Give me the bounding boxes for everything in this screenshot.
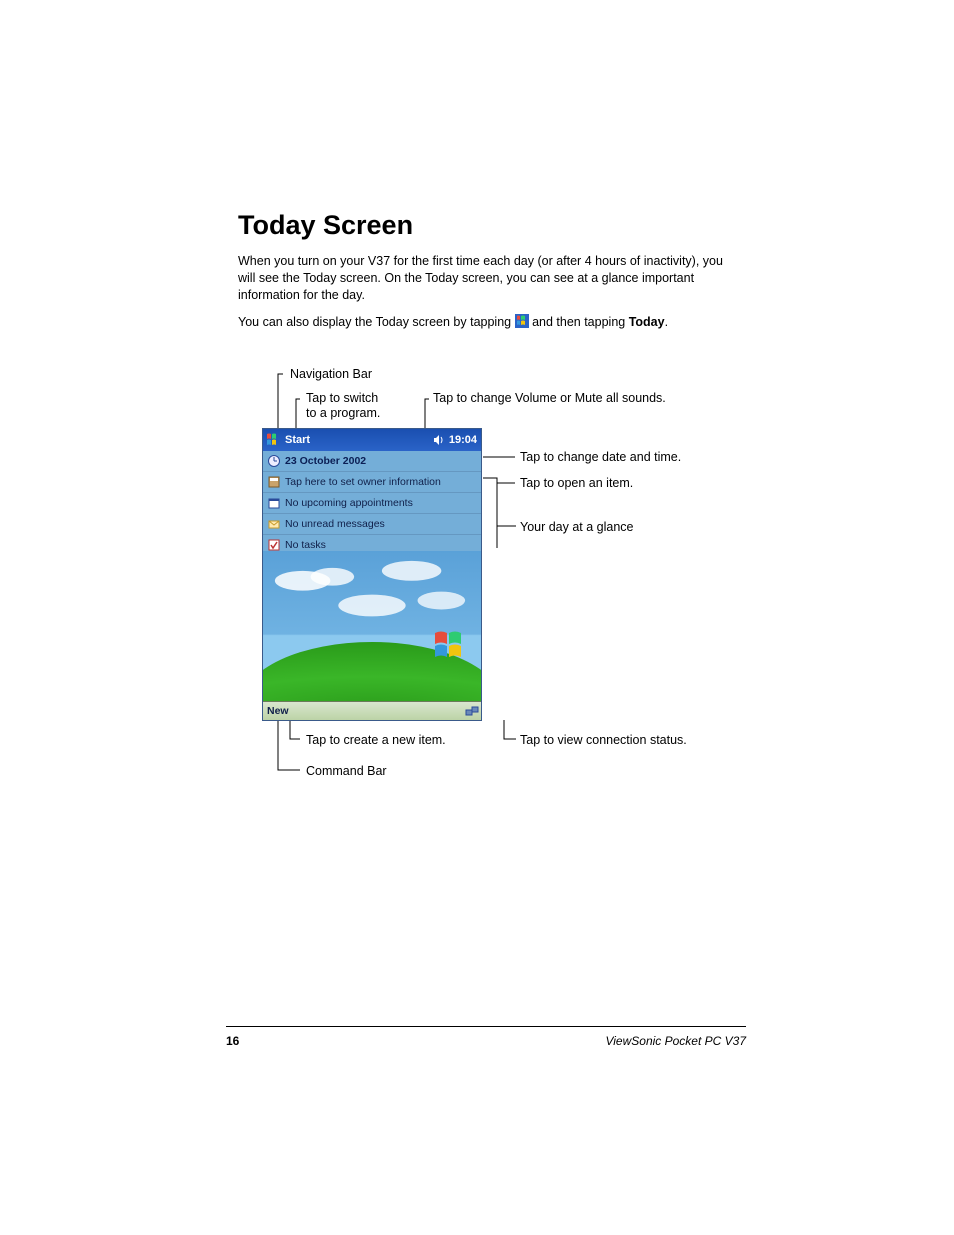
para2-part-a: You can also display the Today screen by… [238, 315, 515, 329]
callout-switch-program-l2: to a program. [306, 406, 380, 420]
clock-icon [263, 454, 285, 468]
tasks-icon [263, 538, 285, 552]
footer-product-name: ViewSonic Pocket PC V37 [605, 1034, 746, 1048]
connection-status-icon[interactable] [463, 704, 481, 718]
callout-new-item: Tap to create a new item. [306, 733, 446, 748]
page-number: 16 [226, 1034, 239, 1048]
today-menu-name: Today [629, 315, 665, 329]
today-row-date[interactable]: 23 October 2002 [263, 451, 481, 472]
wallpaper [263, 551, 481, 702]
callout-connection-status: Tap to view connection status. [520, 733, 687, 748]
callout-date-time: Tap to change date and time. [520, 450, 681, 465]
navigation-bar: Start 19:04 [263, 429, 481, 451]
footer-rule [226, 1026, 746, 1027]
callout-open-item: Tap to open an item. [520, 476, 633, 491]
start-label[interactable]: Start [283, 434, 310, 446]
intro-paragraph: When you turn on your V37 for the first … [238, 253, 738, 304]
calendar-icon [263, 496, 285, 510]
command-bar: New [263, 701, 481, 720]
today-row-owner[interactable]: Tap here to set owner information [263, 472, 481, 493]
today-owner-label: Tap here to set owner information [285, 476, 481, 488]
mail-icon [263, 517, 285, 531]
windows-start-icon [515, 314, 529, 328]
today-appts-label: No upcoming appointments [285, 497, 481, 509]
para2-part-b: and then tapping [532, 315, 629, 329]
page-title: Today Screen [238, 210, 738, 241]
clock-label[interactable]: 19:04 [447, 434, 481, 446]
today-row-messages[interactable]: No unread messages [263, 514, 481, 535]
today-msgs-label: No unread messages [285, 518, 481, 530]
today-tasks-label: No tasks [285, 539, 481, 551]
instruction-paragraph: You can also display the Today screen by… [238, 314, 738, 331]
callout-glance: Your day at a glance [520, 520, 634, 535]
callout-command-bar: Command Bar [306, 764, 387, 779]
windows-logo-icon [433, 630, 467, 660]
today-rows: 23 October 2002 Tap here to set owner in… [263, 451, 481, 556]
pocketpc-screenshot: Start 19:04 23 October 2002 Tap here to … [262, 428, 482, 721]
owner-icon [263, 475, 285, 489]
new-button[interactable]: New [263, 705, 289, 717]
volume-icon[interactable] [431, 434, 447, 446]
callout-switch-program-l1: Tap to switch [306, 391, 378, 405]
callout-switch-program: Tap to switch to a program. [306, 391, 386, 421]
today-date-label: 23 October 2002 [285, 455, 481, 467]
callout-navigation-bar: Navigation Bar [290, 367, 372, 382]
start-icon[interactable] [263, 433, 283, 447]
today-row-appointments[interactable]: No upcoming appointments [263, 493, 481, 514]
callout-volume: Tap to change Volume or Mute all sounds. [433, 391, 666, 406]
para2-part-c: . [665, 315, 668, 329]
